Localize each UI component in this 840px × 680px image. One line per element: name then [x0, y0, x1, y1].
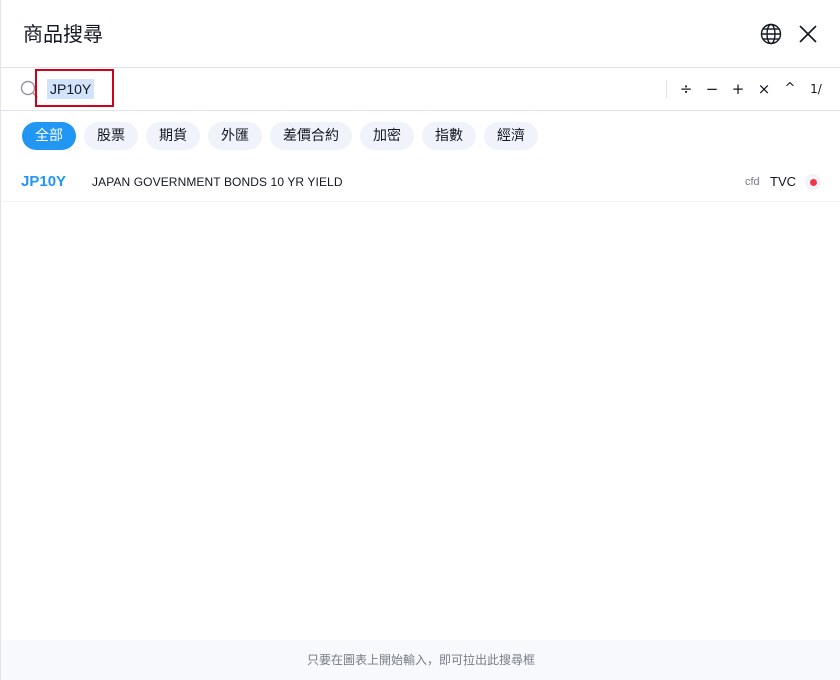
filter-futures[interactable]: 期貨: [146, 122, 200, 150]
dialog-title: 商品搜尋: [23, 22, 103, 46]
symbol-search-dialog: 商品搜尋 JP10Y ÷ − + × ^ 1/ 全部 股票 期貨 外匯 差價合約…: [0, 0, 840, 680]
divide-operator-button[interactable]: ÷: [677, 79, 695, 99]
power-operator-button[interactable]: ^: [781, 79, 799, 99]
market-closed-dot-icon: [809, 178, 817, 186]
filter-economy[interactable]: 經濟: [484, 122, 538, 150]
result-exchange: TVC: [770, 174, 796, 189]
reciprocal-operator-button[interactable]: 1/: [806, 79, 826, 99]
filter-forex[interactable]: 外匯: [208, 122, 262, 150]
multiply-operator-button[interactable]: ×: [755, 79, 773, 99]
search-input[interactable]: JP10Y: [47, 79, 95, 99]
filter-index[interactable]: 指數: [422, 122, 476, 150]
result-description: JAPAN GOVERNMENT BONDS 10 YR YIELD: [92, 175, 343, 189]
plus-operator-button[interactable]: +: [729, 79, 747, 99]
result-type: cfd: [745, 176, 760, 188]
globe-icon: [760, 23, 782, 45]
result-row[interactable]: JP10Y JAPAN GOVERNMENT BONDS 10 YR YIELD…: [1, 162, 840, 202]
filter-tabs: 全部 股票 期貨 外匯 差價合約 加密 指數 經濟: [22, 122, 538, 150]
filter-stocks[interactable]: 股票: [84, 122, 138, 150]
result-symbol: JP10Y: [21, 173, 67, 190]
dialog-header: 商品搜尋: [1, 0, 840, 68]
close-icon: [799, 25, 817, 43]
operator-divider: [666, 80, 667, 98]
search-row: JP10Y ÷ − + × ^ 1/: [1, 69, 840, 111]
filter-crypto[interactable]: 加密: [360, 122, 414, 150]
market-status-indicator: [805, 174, 821, 190]
minus-operator-button[interactable]: −: [703, 79, 721, 99]
close-button[interactable]: [794, 20, 822, 48]
filter-all[interactable]: 全部: [22, 122, 76, 150]
filter-cfd[interactable]: 差價合約: [270, 122, 352, 150]
search-hint-footer: 只要在圖表上開始輸入，即可拉出此搜尋框: [1, 640, 840, 680]
globe-button[interactable]: [757, 20, 785, 48]
